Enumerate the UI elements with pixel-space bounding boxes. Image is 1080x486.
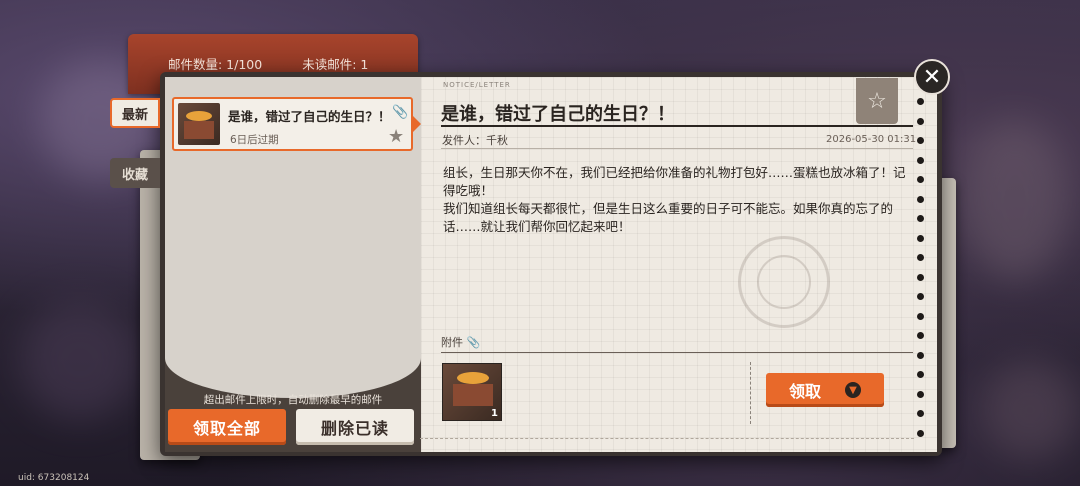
attachment-item[interactable]: 1 — [442, 363, 502, 421]
mail-count: 邮件数量: 1/100 — [168, 57, 263, 72]
unread-count: 未读邮件: 1 — [302, 57, 369, 72]
perforation-hole — [917, 117, 924, 125]
perforation-hole — [917, 390, 924, 398]
attachments-divider — [441, 352, 913, 353]
perforation-hole — [917, 156, 924, 164]
perforation-hole — [917, 273, 924, 281]
perforation-hole — [917, 293, 924, 300]
perforation-hole — [917, 234, 924, 242]
mail-limit-notice: 超出邮件上限时，自动删除最早的邮件 — [203, 394, 383, 406]
perforation-hole — [917, 215, 924, 222]
paperclip-icon: 📎 — [466, 336, 481, 349]
mail-body-paragraph: 我们知道组长每天都很忙，但是生日这么重要的日子可不能忘。如果你真的忘了的话……就… — [443, 201, 894, 234]
cake-icon — [457, 372, 489, 384]
tab-latest[interactable]: 最新 — [110, 98, 160, 128]
claim-button-label: 领取 — [788, 382, 821, 401]
mail-item-expiry: 6日后过期 — [230, 134, 279, 146]
attachment-divider — [750, 362, 751, 424]
mail-body-paragraph: 组长，生日那天你不在，我们已经把给你准备的礼物打包好……蛋糕也放冰箱了！记得吃哦… — [443, 165, 906, 198]
close-icon: ✕ — [922, 64, 942, 90]
perforation-hole — [917, 254, 924, 261]
header-divider — [441, 148, 913, 149]
paperclip-icon: 📎 — [392, 105, 409, 120]
postmark-stamp-icon — [738, 236, 830, 328]
favorite-star-icon[interactable]: ☆ — [856, 78, 898, 124]
cake-icon — [178, 103, 220, 145]
perforation-hole — [917, 312, 924, 320]
mail-date: 2026-05-30 01:31 — [826, 134, 917, 145]
mail-body: 组长，生日那天你不在，我们已经把给你准备的礼物打包好……蛋糕也放冰箱了！记得吃哦… — [443, 164, 913, 236]
tab-favorites[interactable]: 收藏 — [110, 158, 160, 188]
letter-header-code: NOTICE/LETTER — [443, 81, 511, 89]
perforation-hole — [917, 176, 924, 183]
star-icon[interactable]: ★ — [388, 126, 404, 147]
claim-all-button[interactable]: 领取全部 — [168, 409, 286, 445]
perforation-hole — [917, 371, 924, 378]
perforation-hole — [917, 98, 924, 105]
mail-sender: 发件人：千秋 — [442, 134, 508, 147]
title-divider — [441, 125, 913, 127]
claim-button[interactable]: 领取 ▼ — [766, 373, 884, 407]
perforation-hole — [917, 429, 924, 437]
attachments-label: 附件 📎 — [441, 336, 481, 349]
close-button[interactable]: ✕ — [914, 59, 950, 95]
mail-item-title: 是谁，错过了自己的生日？！ — [228, 109, 391, 124]
mail-title: 是谁，错过了自己的生日？！ — [441, 104, 675, 125]
perforation-hole — [917, 332, 924, 339]
user-id: uid: 673208124 — [18, 473, 90, 483]
perforation-holes — [917, 98, 925, 438]
selected-pointer — [412, 115, 421, 133]
mail-list-item[interactable]: 是谁，错过了自己的生日？！ 6日后过期 📎 ★ — [172, 97, 421, 151]
perforation-hole — [917, 351, 924, 359]
download-arrow-icon: ▼ — [845, 382, 861, 398]
perforation-hole — [917, 137, 924, 144]
attachment-count: 1 — [491, 408, 498, 419]
perforation-hole — [917, 195, 924, 203]
perforation-hole — [917, 410, 924, 417]
delete-read-button[interactable]: 删除已读 — [296, 409, 414, 445]
perforation-line — [420, 438, 914, 439]
